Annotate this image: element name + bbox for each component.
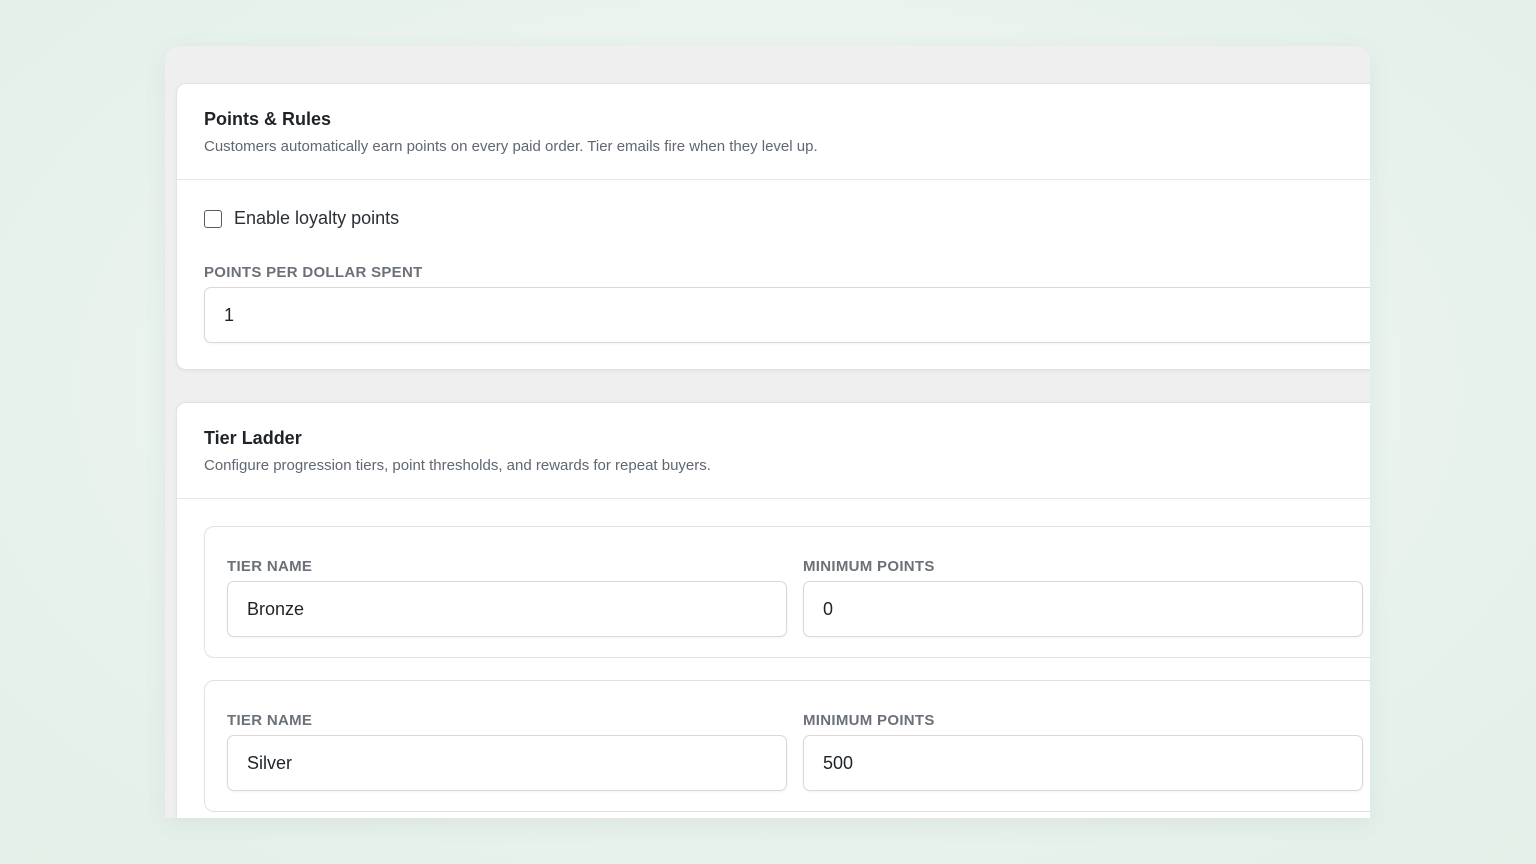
minimum-points-label: MINIMUM POINTS	[803, 558, 935, 575]
minimum-points-input[interactable]	[803, 581, 1363, 637]
tier-name-input[interactable]	[227, 735, 787, 791]
tier-name-input[interactable]	[227, 581, 787, 637]
tier-ladder-card: Tier Ladder Configure progression tiers,…	[176, 402, 1370, 818]
points-rules-header: Points & Rules Customers automatically e…	[177, 84, 1370, 180]
tier-name-label: TIER NAME	[227, 558, 313, 575]
minimum-points-label: MINIMUM POINTS	[803, 712, 935, 729]
tier-ladder-description: Configure progression tiers, point thres…	[204, 457, 711, 474]
enable-loyalty-label: Enable loyalty points	[234, 208, 400, 228]
tier-ladder-title: Tier Ladder	[204, 428, 302, 448]
points-per-dollar-input[interactable]	[204, 287, 1370, 343]
enable-loyalty-toggle[interactable]: Enable loyalty points	[204, 208, 399, 229]
tier-row: TIER NAME MINIMUM POINTS	[204, 680, 1370, 812]
settings-panel: Points & Rules Customers automatically e…	[165, 46, 1370, 818]
tier-name-label: TIER NAME	[227, 712, 313, 729]
points-per-dollar-label: POINTS PER DOLLAR SPENT	[204, 264, 423, 281]
points-rules-card: Points & Rules Customers automatically e…	[176, 83, 1370, 370]
tier-row: TIER NAME MINIMUM POINTS	[204, 526, 1370, 658]
tier-ladder-header: Tier Ladder Configure progression tiers,…	[177, 403, 1370, 499]
minimum-points-input[interactable]	[803, 735, 1363, 791]
points-rules-description: Customers automatically earn points on e…	[204, 138, 818, 155]
enable-loyalty-checkbox[interactable]	[204, 209, 222, 228]
points-rules-title: Points & Rules	[204, 109, 332, 129]
